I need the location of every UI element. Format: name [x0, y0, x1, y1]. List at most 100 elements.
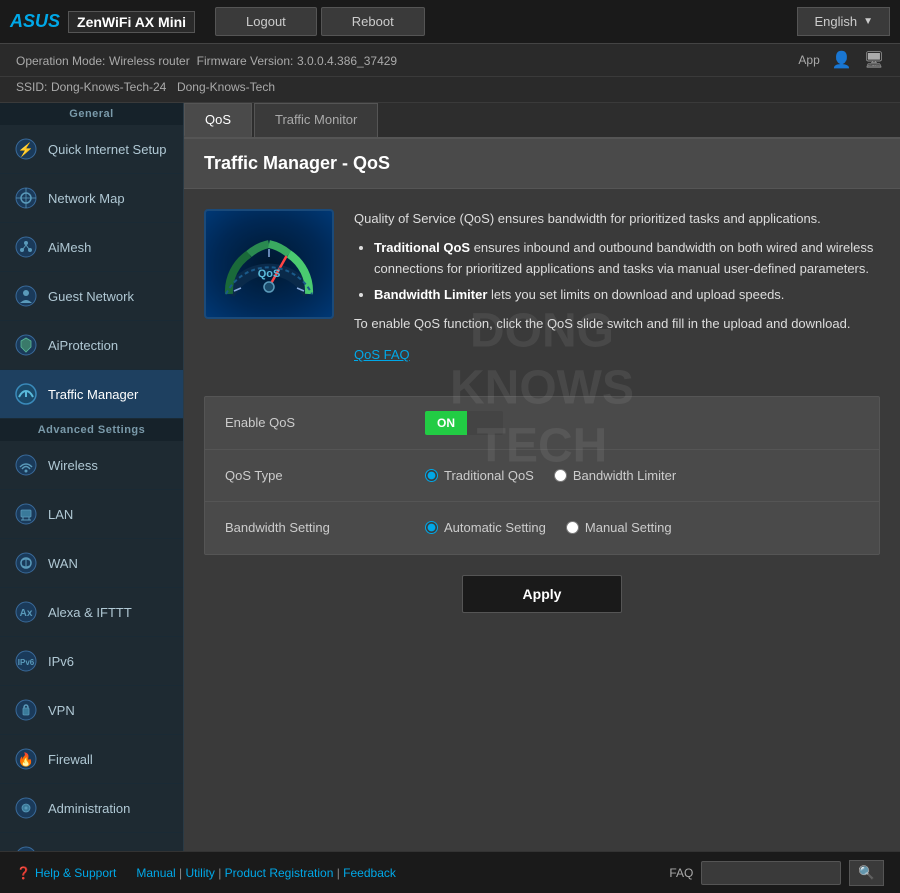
traditional-qos-option[interactable]: Traditional QoS — [425, 468, 534, 483]
qos-info-box: QoS Quality of Service (QoS) ensures ban… — [204, 209, 880, 366]
ssid-24[interactable]: Dong-Knows-Tech-24 — [51, 80, 166, 94]
wan-icon — [14, 551, 38, 575]
faq-search-input[interactable] — [701, 861, 841, 885]
manual-setting-radio[interactable] — [566, 521, 579, 534]
help-support-link[interactable]: ❓ Help & Support — [16, 866, 116, 880]
ssid-separator — [170, 80, 173, 94]
language-label: English — [814, 14, 857, 29]
bandwidth-limiter-label: Bandwidth Limiter — [573, 468, 676, 483]
utility-link[interactable]: Utility — [186, 866, 215, 880]
app-label: App — [798, 53, 819, 67]
bandwidth-limiter-option[interactable]: Bandwidth Limiter — [554, 468, 676, 483]
op-mode-value[interactable]: Wireless router — [109, 54, 190, 68]
wireless-icon — [14, 453, 38, 477]
product-reg-link[interactable]: Product Registration — [225, 866, 334, 880]
traditional-qos-label: Traditional QoS — [444, 468, 534, 483]
qos-image: QoS — [204, 209, 334, 319]
chevron-down-icon: ▼ — [863, 16, 873, 27]
feedback-link[interactable]: Feedback — [343, 866, 396, 880]
ssid-5[interactable]: Dong-Knows-Tech — [177, 80, 275, 94]
faq-label: FAQ — [669, 866, 693, 880]
svg-text:Ax: Ax — [20, 608, 33, 619]
sidebar-item-wan[interactable]: WAN — [0, 539, 183, 588]
sidebar-item-vpn[interactable]: VPN — [0, 686, 183, 735]
manual-setting-option[interactable]: Manual Setting — [566, 520, 672, 535]
firewall-icon: 🔥 — [14, 747, 38, 771]
op-mode-label: Operation Mode: — [16, 54, 105, 68]
sidebar-item-wireless[interactable]: Wireless — [0, 441, 183, 490]
firmware-label: Firmware Version: — [193, 54, 293, 68]
mesh-icon — [14, 235, 38, 259]
faq-search-button[interactable]: 🔍 — [849, 860, 884, 886]
tabs-bar: QoS Traffic Monitor — [184, 103, 900, 139]
sidebar-item-lan[interactable]: LAN — [0, 490, 183, 539]
operation-info: Operation Mode: Wireless router Firmware… — [16, 53, 397, 68]
sidebar-item-traffic-manager[interactable]: Traffic Manager — [0, 370, 183, 419]
ssid-label: SSID: — [16, 80, 47, 94]
sidebar-item-ipv6[interactable]: IPv6 IPv6 — [0, 637, 183, 686]
help-icon: ❓ — [16, 866, 31, 880]
help-label: Help & Support — [35, 866, 116, 880]
ipv6-icon: IPv6 — [14, 649, 38, 673]
sidebar-item-aimesh[interactable]: AiMesh — [0, 223, 183, 272]
svg-text:QoS: QoS — [258, 268, 281, 280]
info-bar: Operation Mode: Wireless router Firmware… — [0, 44, 900, 77]
language-button[interactable]: English ▼ — [797, 7, 890, 36]
manual-link[interactable]: Manual — [136, 866, 175, 880]
qos-type-label: QoS Type — [225, 468, 425, 483]
traditional-qos-radio[interactable] — [425, 469, 438, 482]
vpn-icon — [14, 698, 38, 722]
reboot-button[interactable]: Reboot — [321, 7, 425, 36]
sidebar-item-administration[interactable]: Administration — [0, 784, 183, 833]
page-title: Traffic Manager - QoS — [184, 139, 900, 189]
settings-table: Enable QoS ON QoS Type — [204, 396, 880, 555]
toggle-on-label[interactable]: ON — [425, 411, 467, 435]
svg-text:IPv6: IPv6 — [18, 658, 35, 667]
sidebar-item-alexa[interactable]: Ax Alexa & IFTTT — [0, 588, 183, 637]
bandwidth-radio-group: Automatic Setting Manual Setting — [425, 520, 672, 535]
main-layout: General ⚡ Quick Internet Setup Network M… — [0, 103, 900, 851]
enable-qos-label: Enable QoS — [225, 415, 425, 430]
bandwidth-setting-row: Bandwidth Setting Automatic Setting Manu… — [205, 502, 879, 554]
tab-qos[interactable]: QoS — [184, 103, 252, 137]
sidebar-item-quick-internet-setup[interactable]: ⚡ Quick Internet Setup — [0, 125, 183, 174]
alexa-label: Alexa & IFTTT — [48, 605, 132, 620]
faq-section: FAQ 🔍 — [669, 860, 884, 886]
logo: ASUS ZenWiFi AX Mini — [10, 11, 195, 33]
sidebar-item-system-log[interactable]: System Log — [0, 833, 183, 851]
qos-faq-link[interactable]: QoS FAQ — [354, 345, 410, 366]
info-right: App 👤 🖥 — [798, 50, 884, 70]
apply-button[interactable]: Apply — [462, 575, 623, 613]
qos-type-radio-group: Traditional QoS Bandwidth Limiter — [425, 468, 676, 483]
guest-icon — [14, 284, 38, 308]
system-log-label: System Log — [48, 850, 117, 852]
logout-button[interactable]: Logout — [215, 7, 317, 36]
sidebar-item-guest-network[interactable]: Guest Network — [0, 272, 183, 321]
sidebar-item-aiprotection[interactable]: AiProtection — [0, 321, 183, 370]
aimesh-label: AiMesh — [48, 240, 91, 255]
qos-bullet2: Bandwidth Limiter lets you set limits on… — [374, 285, 880, 306]
firmware-value[interactable]: 3.0.0.4.386_37429 — [297, 54, 397, 68]
shield-icon — [14, 333, 38, 357]
lightning-icon: ⚡ — [14, 137, 38, 161]
svg-text:⚡: ⚡ — [18, 142, 34, 158]
screen-icon[interactable]: 🖥 — [864, 50, 884, 70]
traffic-manager-label: Traffic Manager — [48, 387, 138, 402]
qos-toggle[interactable]: ON — [425, 411, 503, 435]
automatic-setting-label: Automatic Setting — [444, 520, 546, 535]
asus-logo: ASUS — [10, 11, 60, 32]
wan-label: WAN — [48, 556, 78, 571]
bandwidth-label: Bandwidth Setting — [225, 520, 425, 535]
person-icon[interactable]: 👤 — [832, 50, 852, 70]
bandwidth-limiter-radio[interactable] — [554, 469, 567, 482]
sidebar-item-firewall[interactable]: 🔥 Firewall — [0, 735, 183, 784]
automatic-setting-radio[interactable] — [425, 521, 438, 534]
svg-text:🔥: 🔥 — [18, 752, 34, 767]
tab-traffic-monitor[interactable]: Traffic Monitor — [254, 103, 378, 137]
log-icon — [14, 845, 38, 851]
automatic-setting-option[interactable]: Automatic Setting — [425, 520, 546, 535]
sidebar-item-network-map[interactable]: Network Map — [0, 174, 183, 223]
toggle-off-label[interactable] — [467, 411, 503, 435]
sidebar-section-general: General — [0, 103, 183, 125]
admin-icon — [14, 796, 38, 820]
